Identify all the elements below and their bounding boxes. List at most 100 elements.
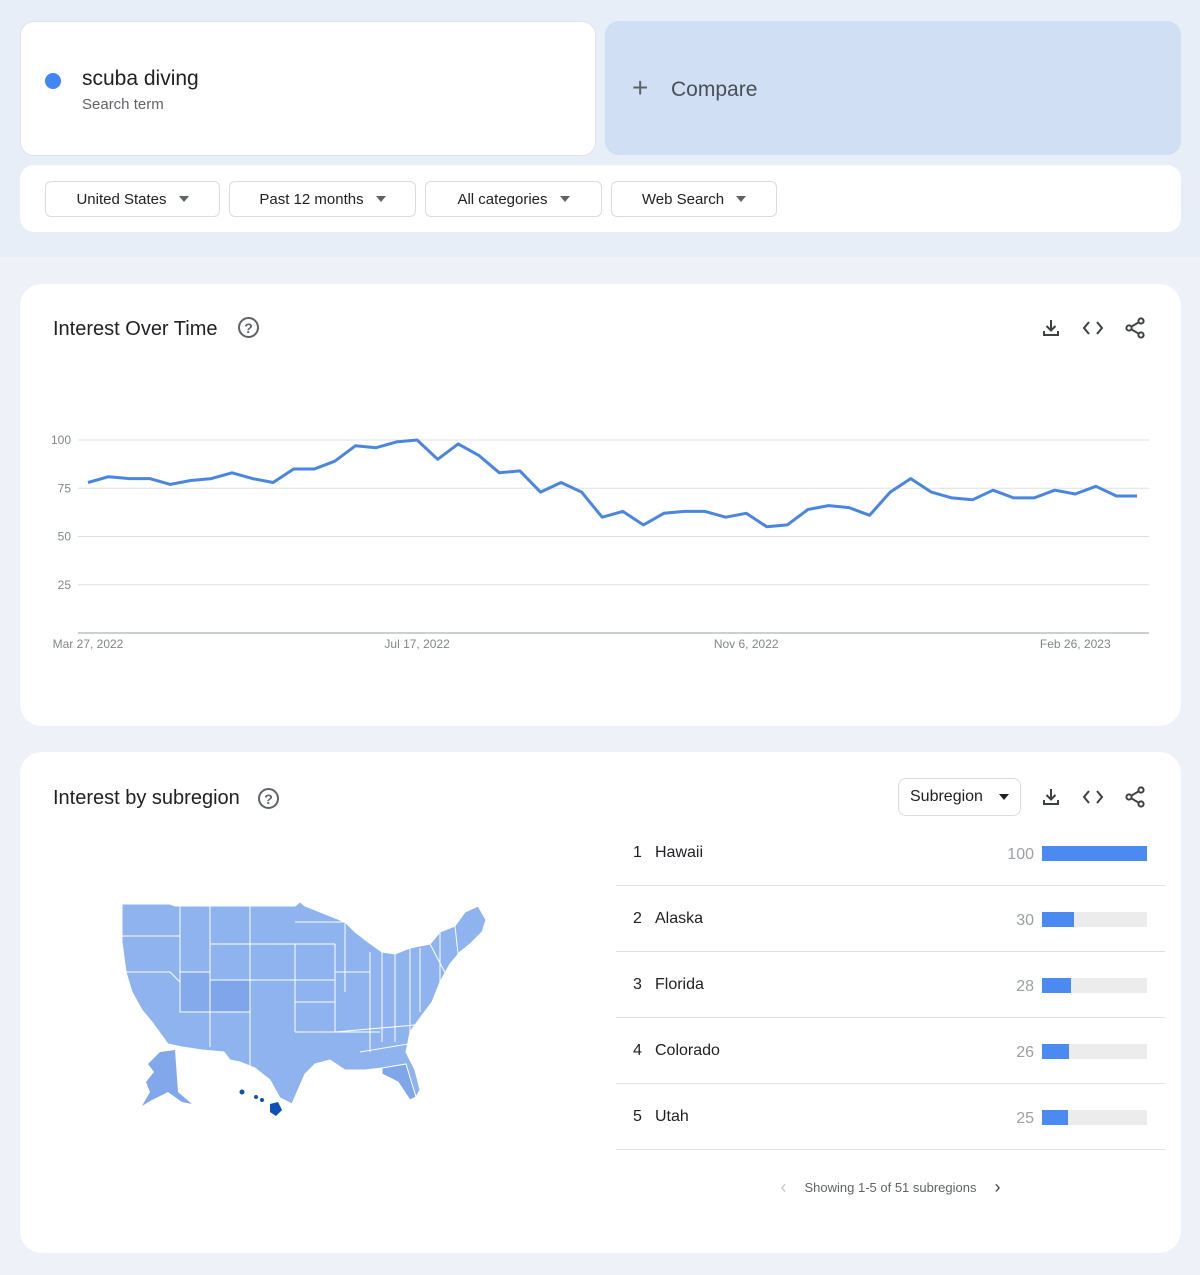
interest-by-subregion-card: Interest by subregion ? Subregion 1 Hawa… [20, 752, 1181, 1253]
data-point [637, 519, 649, 531]
y-tick-label: 25 [58, 578, 72, 592]
rank-number: 5 [633, 1108, 642, 1125]
value-bar-fill [1042, 912, 1074, 927]
subregion-row[interactable]: 3 Florida 28 [616, 952, 1165, 1018]
subregion-ranking-list: 1 Hawaii 100 2 Alaska 30 3 Florida 28 4 … [616, 820, 1165, 1150]
data-point [226, 467, 238, 479]
us-map[interactable] [120, 892, 500, 1127]
embed-code-icon[interactable] [1080, 784, 1106, 810]
data-point [267, 476, 279, 488]
rank-number: 4 [633, 1042, 642, 1059]
data-point [247, 473, 259, 485]
data-point [493, 467, 505, 479]
search-term-card[interactable]: scuba diving Search term [20, 21, 596, 156]
caret-down-icon [559, 196, 570, 202]
subregion-name: Colorado [655, 1042, 720, 1059]
data-point [308, 463, 320, 475]
y-tick-label: 100 [51, 433, 71, 447]
rank-number: 3 [633, 976, 642, 993]
category-filter[interactable]: All categories [425, 181, 602, 217]
data-point [1028, 492, 1040, 504]
filter-bar: United States Past 12 months All categor… [20, 165, 1181, 232]
resolution-select[interactable]: Subregion [898, 778, 1021, 816]
data-point [329, 455, 341, 467]
data-point [82, 476, 94, 488]
subregion-row[interactable]: 4 Colorado 26 [616, 1018, 1165, 1084]
data-point [781, 519, 793, 531]
subregion-row[interactable]: 2 Alaska 30 [616, 886, 1165, 952]
data-point [185, 475, 197, 487]
help-icon[interactable]: ? [258, 788, 279, 809]
data-point [925, 486, 937, 498]
data-point [535, 486, 547, 498]
data-point [678, 505, 690, 517]
data-point [658, 507, 670, 519]
x-tick-label: Jul 17, 2022 [384, 637, 450, 651]
x-tick-label: Nov 6, 2022 [714, 637, 779, 651]
data-point [1049, 484, 1061, 496]
caret-down-icon [178, 196, 189, 202]
caret-down-icon [998, 794, 1009, 800]
subregion-name: Hawaii [655, 844, 704, 861]
data-point [699, 505, 711, 517]
data-point [864, 509, 876, 521]
data-point [411, 434, 423, 446]
data-point [761, 521, 773, 533]
data-point [1069, 488, 1081, 500]
data-point [740, 507, 752, 519]
data-point [288, 463, 300, 475]
data-point [164, 478, 176, 490]
subregion-value: 25 [1016, 1110, 1034, 1127]
download-icon[interactable] [1038, 784, 1064, 810]
value-bar-fill [1042, 1044, 1070, 1059]
data-point [987, 484, 999, 496]
data-point [1110, 490, 1122, 502]
search-type-filter[interactable]: Web Search [611, 181, 777, 217]
previous-page-button[interactable]: ‹ [776, 1177, 790, 1198]
compare-label: Compare [671, 78, 758, 101]
subregion-row[interactable]: 1 Hawaii 100 [616, 820, 1165, 886]
value-bar-track [1042, 1044, 1147, 1059]
subregion-name: Florida [655, 976, 704, 993]
region-filter[interactable]: United States [45, 181, 220, 217]
data-point [822, 500, 834, 512]
data-point [555, 476, 567, 488]
data-point [1008, 492, 1020, 504]
interest-by-subregion-title: Interest by subregion [53, 787, 240, 809]
interest-over-time-chart[interactable]: 25 50 75 100 Mar 27, 2022 Jul 17, 2022 Nov 6, … [20, 284, 1181, 726]
map-alaska [142, 1050, 192, 1106]
compare-button[interactable]: + Compare [605, 21, 1181, 155]
search-term-name[interactable]: scuba diving [82, 67, 199, 91]
next-page-button[interactable]: › [991, 1177, 1005, 1198]
data-point [391, 436, 403, 448]
data-point [884, 486, 896, 498]
data-point [720, 511, 732, 523]
subregion-value: 30 [1016, 912, 1034, 929]
share-icon[interactable] [1122, 784, 1148, 810]
map-utah [179, 971, 211, 1013]
data-point [1090, 480, 1102, 492]
data-point [843, 502, 855, 514]
search-type-filter-label: Web Search [641, 190, 725, 208]
term-color-dot-icon [45, 73, 61, 89]
subregion-name: Utah [655, 1108, 689, 1125]
data-point [802, 503, 814, 515]
rank-number: 2 [633, 910, 642, 927]
data-point [349, 440, 361, 452]
data-point [514, 465, 526, 477]
data-point [905, 473, 917, 485]
time-range-filter[interactable]: Past 12 months [229, 181, 416, 217]
data-point [370, 442, 382, 454]
subregion-value: 26 [1016, 1044, 1034, 1061]
subregion-row[interactable]: 5 Utah 25 [616, 1084, 1165, 1150]
data-point [473, 449, 485, 461]
y-tick-label: 75 [58, 481, 72, 495]
search-term-subtitle: Search term [82, 96, 164, 113]
value-bar-track [1042, 912, 1147, 927]
x-tick-label: Mar 27, 2022 [53, 637, 124, 651]
pagination-text: Showing 1-5 of 51 subregions [804, 1179, 977, 1195]
data-point [946, 492, 958, 504]
value-bar-track [1042, 1110, 1147, 1125]
data-point [452, 438, 464, 450]
subregion-name: Alaska [655, 910, 704, 927]
